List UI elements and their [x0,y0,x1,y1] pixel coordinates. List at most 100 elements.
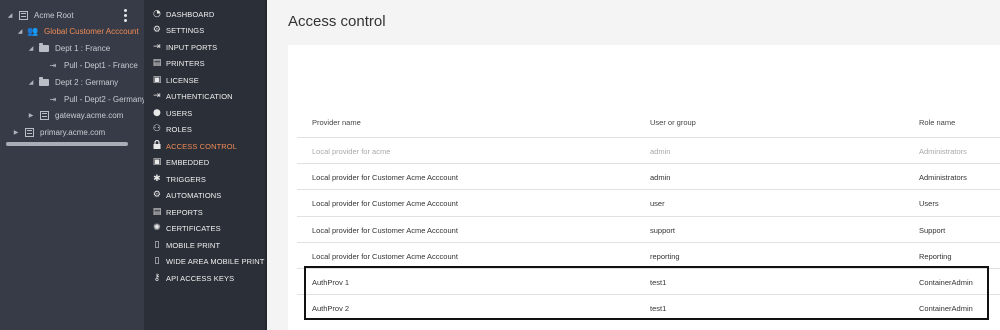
caret-expanded-icon[interactable]: ◢ [6,12,14,19]
nav-item-label: API ACCESS KEYS [166,273,235,283]
nav-item-input-ports[interactable]: ⇥ INPUT PORTS [144,39,265,55]
caret-expanded-icon[interactable]: ◢ [16,28,24,35]
report-icon: ▤ [152,207,162,217]
nav-item-label: AUTHENTICATION [166,91,233,101]
nav-item-label: DASHBOARD [166,9,215,19]
tree-item-gateway[interactable]: ▶ gateway.acme.com [27,107,123,123]
tree-item-pull-dept2-germany[interactable]: ⇥ Pull - Dept2 - Germany [44,91,146,107]
user-cell: reporting [650,252,680,261]
nav-item-authentication[interactable]: ⇥ AUTHENTICATION [144,88,265,104]
lock-icon [150,139,164,152]
nav-item-label: USERS [166,108,193,118]
table-row[interactable]: Local provider for Customer Acme Acccoun… [297,189,1000,215]
role-cell: Administrators [919,147,967,156]
nav-item-label: ACCESS CONTROL [166,141,237,151]
robot-icon: ⚙ [152,190,162,200]
tree-item-label: gateway.acme.com [55,110,124,120]
printer-icon: ▤ [152,58,162,68]
nav-item-label: PRINTERS [166,58,205,68]
dashboard-icon: ◔ [153,9,161,19]
column-header-role: Role name [919,118,956,127]
key-icon: ⚷ [153,273,161,283]
nav-item-wide-area-mobile-print[interactable]: ▯ WIDE AREA MOBILE PRINT [144,253,265,269]
tree-item-global-customer-account[interactable]: ◢ 👥 Global Customer Acccount [16,23,139,39]
tree-item-label: primary.acme.com [40,127,106,137]
nav-item-embedded[interactable]: ▣ EMBEDDED [144,154,265,170]
tree-item-dept1-france[interactable]: ◢ Dept 1 : France [27,40,110,56]
table-row[interactable]: Local provider for acme admin Administra… [297,137,1000,163]
folder-icon [38,42,50,53]
nav-item-label: WIDE AREA MOBILE PRINT [166,256,265,266]
tree-item-pull-dept1-france[interactable]: ⇥ Pull - Dept1 - France [44,57,138,73]
tree-item-primary[interactable]: ▶ primary.acme.com [12,124,105,140]
user-icon: ● [153,108,161,118]
role-cell: Users [919,199,939,208]
nav-item-label: REPORTS [166,207,203,217]
tree-item-label: Global Customer Acccount [44,26,139,36]
role-cell: Support [919,226,946,235]
nav-item-label: CERTIFICATES [166,223,221,233]
nav-item-dashboard[interactable]: ◔ DASHBOARD [144,6,265,22]
table-row[interactable]: Local provider for Customer Acme Acccoun… [297,242,1000,268]
user-cell: support [650,226,676,235]
caret-collapsed-icon[interactable]: ▶ [27,112,35,119]
role-cell: Reporting [919,252,952,261]
nav-item-api-access-keys[interactable]: ⚷ API ACCESS KEYS [144,270,265,286]
highlight-box [304,266,989,320]
tree-item-acme-root[interactable]: ◢ Acme Root [6,7,74,23]
tree-item-dept2-germany[interactable]: ◢ Dept 2 : Germany [27,74,118,90]
nav-item-automations[interactable]: ⚙ AUTOMATIONS [144,187,265,203]
gear-icon: ⚙ [152,25,162,35]
nav-menu: ◔ DASHBOARD ⚙ SETTINGS ⇥ INPUT PORTS ▤ P… [144,0,265,330]
page-title: Access control [288,13,386,30]
nav-item-label: MOBILE PRINT [166,240,221,250]
tree-panel: ◢ Acme Root ◢ 👥 Global Customer Acccount… [0,0,146,330]
nav-item-label: INPUT PORTS [166,42,218,52]
nav-item-settings[interactable]: ⚙ SETTINGS [144,22,265,38]
nav-item-label: TRIGGERS [166,174,206,184]
role-cell: Administrators [919,173,967,182]
printer-queue-icon: ⇥ [49,60,57,70]
server-icon [38,110,50,120]
nav-item-mobile-print[interactable]: ▯ MOBILE PRINT [144,237,265,253]
column-header-user-or-group: User or group [650,118,696,127]
tree-item-label: Dept 2 : Germany [55,77,119,87]
provider-cell: Local provider for Customer Acme Acccoun… [312,226,458,235]
table-row[interactable]: Local provider for Customer Acme Acccoun… [297,216,1000,242]
nav-item-printers[interactable]: ▤ PRINTERS [144,55,265,71]
sign-in-icon: ⇥ [153,42,161,52]
mobile-icon: ▯ [154,256,160,266]
nav-item-roles[interactable]: ⚇ ROLES [144,121,265,137]
nav-item-triggers[interactable]: ✱ TRIGGERS [144,171,265,187]
tree-item-label: Pull - Dept1 - France [64,60,138,70]
nav-item-access-control[interactable]: ACCESS CONTROL [144,138,265,154]
cog-icon: ✱ [153,174,161,184]
nav-item-license[interactable]: ▣ LICENSE [144,72,265,88]
nav-item-label: AUTOMATIONS [166,190,222,200]
users-icon: ⚇ [152,124,162,134]
id-card-icon: ▣ [152,75,162,85]
nav-item-users[interactable]: ● USERS [144,105,265,121]
mobile-icon: ▯ [154,240,160,250]
tree-item-label: Pull - Dept2 - Germany [64,94,146,104]
table-row[interactable]: Local provider for Customer Acme Acccoun… [297,163,1000,189]
certificate-icon: ✺ [153,223,161,233]
provider-cell: Local provider for Customer Acme Acccoun… [312,173,458,182]
server-icon [17,10,29,20]
nav-item-certificates[interactable]: ✺ CERTIFICATES [144,220,265,236]
kebab-menu-icon[interactable] [124,9,128,22]
caret-collapsed-icon[interactable]: ▶ [12,129,20,136]
nav-item-reports[interactable]: ▤ REPORTS [144,204,265,220]
nav-item-label: SETTINGS [166,25,205,35]
users-icon: 👥 [27,25,39,36]
tree-item-label: Acme Root [34,10,74,20]
horizontal-scrollbar[interactable] [6,142,128,146]
caret-expanded-icon[interactable]: ◢ [27,45,35,52]
nav-item-label: ROLES [166,124,192,134]
caret-expanded-icon[interactable]: ◢ [27,79,35,86]
embedded-icon: ▣ [152,157,162,167]
provider-cell: Local provider for Customer Acme Acccoun… [312,199,458,208]
tree-item-label: Dept 1 : France [55,43,111,53]
nav-item-label: LICENSE [166,75,199,85]
provider-cell: Local provider for acme [312,147,391,156]
